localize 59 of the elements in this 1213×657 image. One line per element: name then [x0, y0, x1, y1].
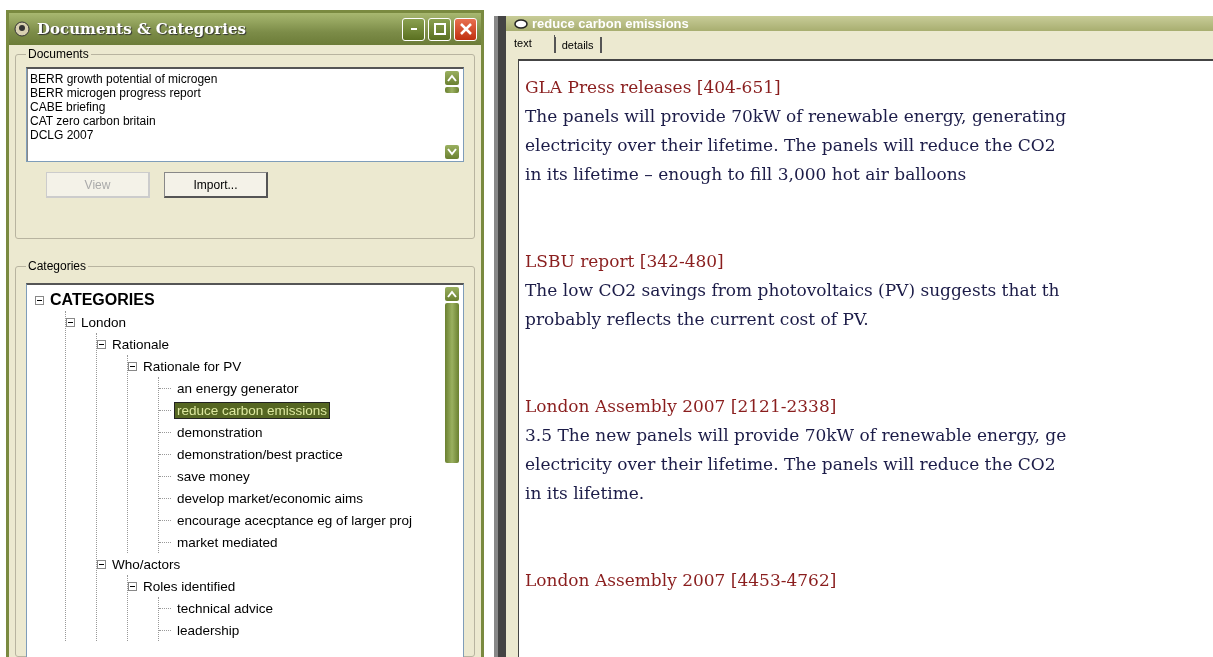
- window-title: Documents & Categories: [37, 20, 247, 38]
- tab[interactable]: details: [554, 37, 602, 53]
- collapse-icon[interactable]: [97, 559, 106, 569]
- tree-item[interactable]: London: [79, 314, 129, 330]
- document-item[interactable]: CABE briefing: [30, 100, 441, 114]
- passage-text: electricity over their lifetime. The panels will reduce the CO2: [525, 453, 1057, 476]
- document-item[interactable]: CAT zero carbon britain: [30, 114, 441, 128]
- collapse-icon[interactable]: [66, 317, 75, 327]
- document-item[interactable]: BERR microgen progress report: [30, 86, 441, 100]
- close-button[interactable]: [454, 17, 477, 41]
- passage-text: The panels will provide 70kW of renewable energy, generating: [525, 105, 1068, 128]
- tree-item[interactable]: market mediated: [175, 534, 280, 550]
- tree-item[interactable]: an energy generator: [175, 380, 301, 396]
- tree-item[interactable]: leadership: [175, 622, 242, 638]
- window-title: reduce carbon emissions: [532, 16, 689, 31]
- tree-item[interactable]: CATEGORIES: [48, 291, 157, 309]
- collapse-icon[interactable]: [128, 361, 137, 371]
- tab[interactable]: text: [510, 35, 555, 53]
- scroll-up-icon[interactable]: [445, 287, 459, 301]
- source-heading: LSBU report [342-480]: [525, 250, 725, 273]
- scrollbar-thumb[interactable]: [445, 303, 459, 463]
- scroll-down-icon[interactable]: [445, 145, 459, 159]
- passage-text: The low CO2 savings from photovoltaics (PV) suggests that th: [525, 279, 1061, 302]
- passage-text: probably reflects the current cost of PV.: [525, 308, 870, 331]
- tree-item[interactable]: technical advice: [175, 600, 276, 616]
- scroll-up-icon[interactable]: [445, 71, 459, 85]
- group-label: Categories: [27, 259, 88, 273]
- source-heading: GLA Press releases [404-651]: [525, 76, 782, 99]
- document-item[interactable]: DCLG 2007: [30, 128, 441, 142]
- documents-list[interactable]: BERR growth potential of microgen BERR microgen progress report CABE briefing CAT zero carbon britain DCLG 2007: [26, 67, 464, 162]
- minimize-icon: [410, 28, 417, 30]
- tree-item[interactable]: demonstration/best practice: [175, 446, 345, 462]
- tree-item[interactable]: Rationale: [110, 336, 172, 352]
- tree-item[interactable]: encourage acecptance eg of larger proj: [175, 512, 414, 528]
- document-button[interactable]: Import...: [164, 172, 268, 198]
- passage-text: in its lifetime – enough to fill 3,000 hot air balloons: [525, 163, 968, 186]
- collapse-icon[interactable]: [128, 581, 137, 591]
- passage-text: electricity over their lifetime. The panels will reduce the CO2: [525, 134, 1057, 157]
- scrollbar-thumb[interactable]: [445, 87, 459, 93]
- group-label: Documents: [27, 47, 90, 61]
- close-icon: [459, 23, 472, 35]
- document-item[interactable]: BERR growth potential of microgen: [30, 72, 441, 86]
- app-icon: [13, 21, 31, 37]
- passage-text: 3.5 The new panels will provide 70kW of renewable energy, ge: [525, 424, 1068, 447]
- tree-item[interactable]: demonstration: [175, 424, 265, 440]
- source-heading: London Assembly 2007 [2121-2338]: [525, 395, 838, 418]
- tree-item[interactable]: develop market/economic aims: [175, 490, 366, 506]
- passage-text: in its lifetime.: [525, 482, 646, 505]
- tree-item[interactable]: Roles identified: [141, 578, 238, 594]
- maximize-icon: [433, 23, 446, 35]
- source-heading: London Assembly 2007 [4453-4762]: [525, 569, 838, 592]
- tree-item[interactable]: Who/actors: [110, 556, 183, 572]
- minimize-button[interactable]: [402, 17, 425, 41]
- tree-item[interactable]: reduce carbon emissions: [175, 402, 330, 418]
- tree-item[interactable]: save money: [175, 468, 252, 484]
- maximize-button[interactable]: [428, 17, 451, 41]
- collapse-icon[interactable]: [35, 295, 44, 305]
- tree-item[interactable]: Rationale for PV: [141, 358, 244, 374]
- collapse-icon[interactable]: [97, 339, 106, 349]
